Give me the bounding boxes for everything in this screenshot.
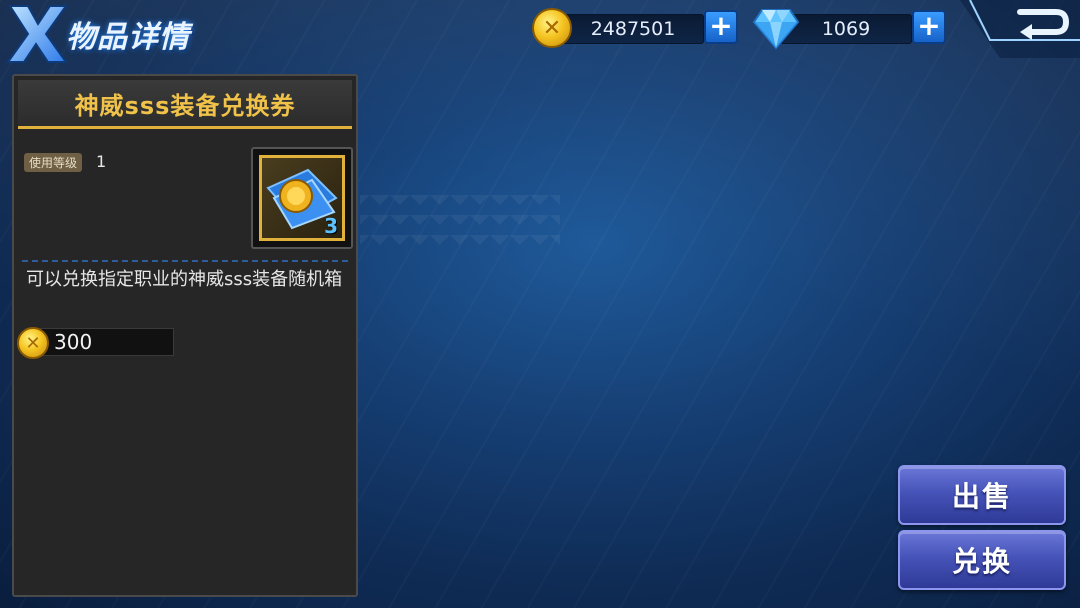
diamond-icon — [752, 9, 800, 50]
item-count: 3 — [324, 214, 338, 238]
add-diamond-button[interactable]: + — [912, 10, 946, 44]
item-detail-panel: 神威sss装备兑换券 使用等级 1 3 可以兑换指定职业的神威sss装备随机箱 … — [12, 74, 358, 597]
gold-coin-icon: ✕ — [17, 327, 49, 359]
price-value: 300 — [54, 330, 93, 354]
page-title: 物品详情 — [66, 20, 190, 55]
sell-button[interactable]: 出售 — [898, 465, 1066, 525]
item-icon-slot: 3 — [259, 155, 345, 241]
gold-currency: 2487501 ✕ + — [532, 8, 742, 48]
divider — [22, 260, 348, 262]
gold-amount: 2487501 — [562, 14, 704, 44]
background-pattern — [360, 195, 560, 255]
level-value: 1 — [96, 152, 107, 171]
item-icon-frame: 3 — [251, 147, 353, 249]
x-logo-icon — [6, 5, 68, 63]
add-gold-button[interactable]: + — [704, 10, 738, 44]
back-icon[interactable] — [960, 0, 1080, 58]
page-header: 物品详情 — [0, 0, 260, 70]
level-label: 使用等级 — [24, 153, 83, 172]
gold-coin-icon: ✕ — [532, 8, 572, 48]
exchange-button[interactable]: 兑换 — [898, 530, 1066, 590]
item-name: 神威sss装备兑换券 — [18, 80, 352, 129]
diamond-currency: 1069 + — [752, 8, 952, 50]
item-description: 可以兑换指定职业的神威sss装备随机箱 — [26, 269, 343, 290]
